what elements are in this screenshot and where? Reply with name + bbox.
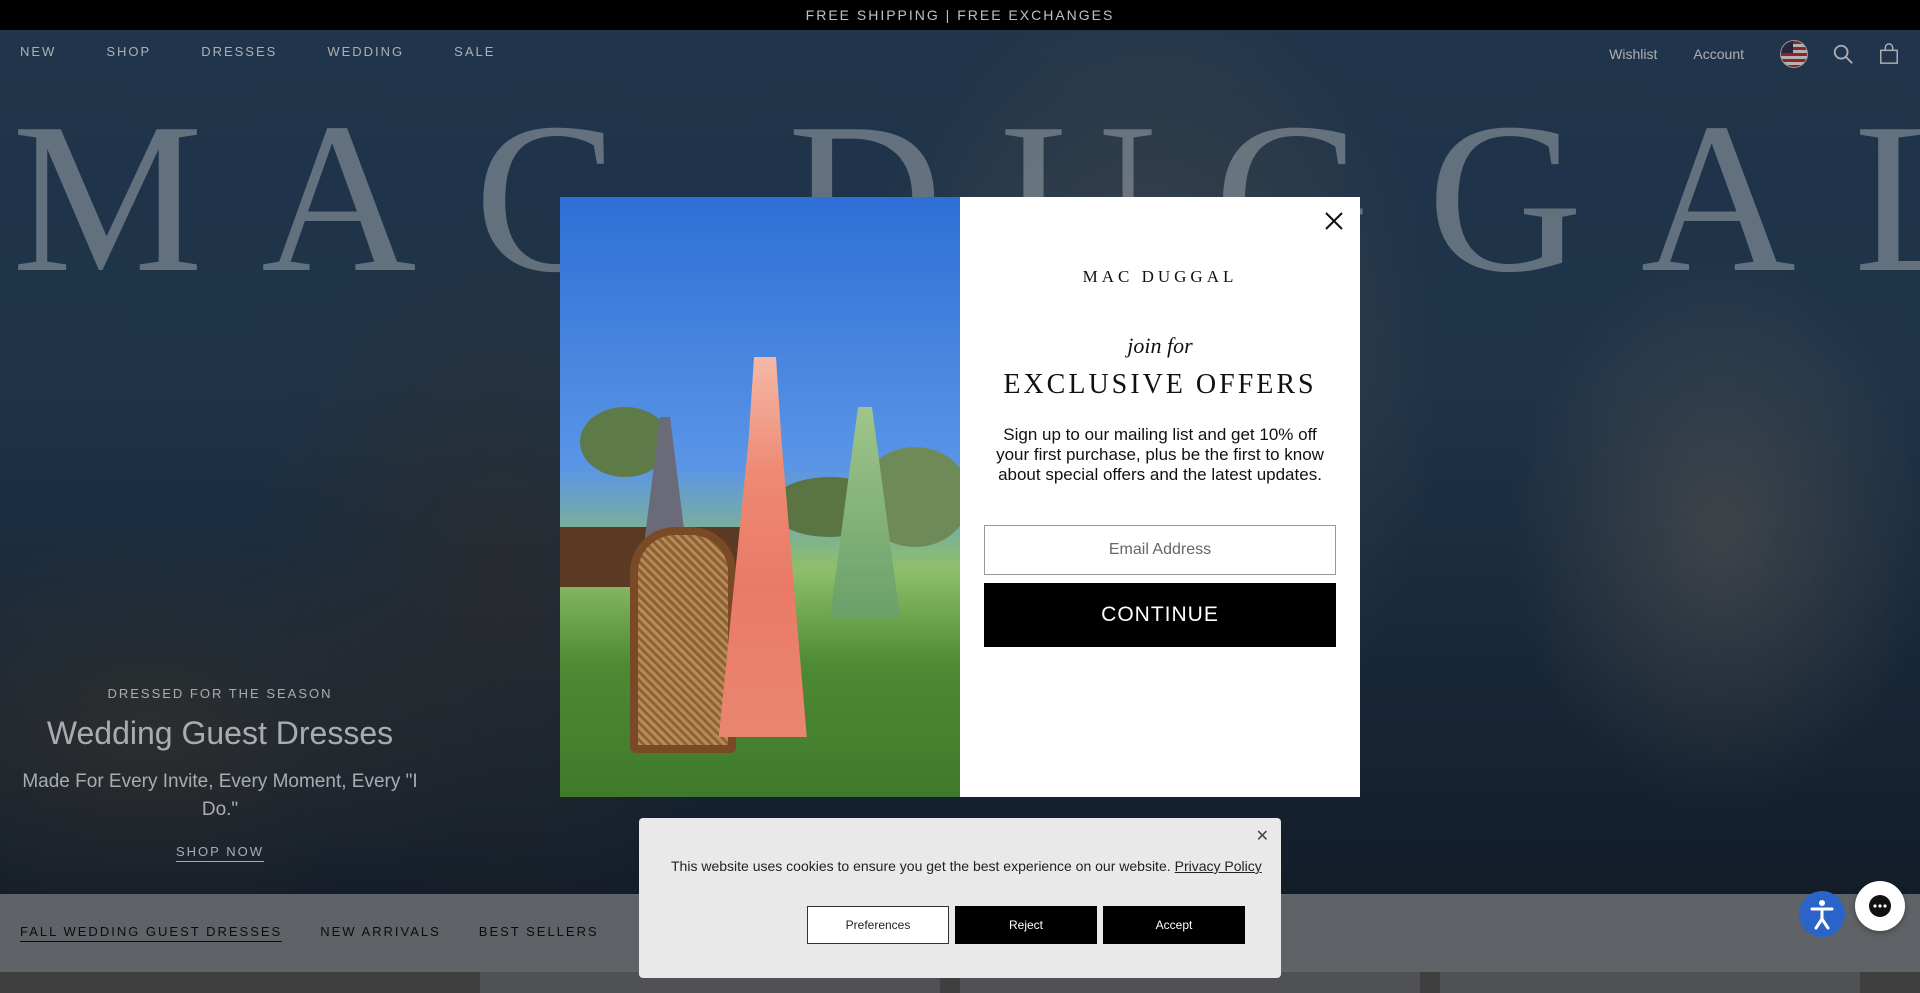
modal-content: MAC DUGGAL join for EXCLUSIVE OFFERS Sig… bbox=[960, 197, 1360, 797]
email-field[interactable] bbox=[984, 525, 1336, 575]
preferences-button[interactable]: Preferences bbox=[807, 906, 949, 944]
close-icon[interactable] bbox=[1322, 209, 1346, 233]
chat-bubble-icon bbox=[1869, 895, 1891, 917]
cookie-banner: ✕ This website uses cookies to ensure yo… bbox=[639, 818, 1281, 978]
cookie-close-icon[interactable]: ✕ bbox=[1256, 826, 1269, 846]
modal-description: Sign up to our mailing list and get 10% … bbox=[996, 425, 1324, 484]
accessibility-figure-icon bbox=[1810, 900, 1834, 930]
cookie-actions: Preferences Reject Accept bbox=[807, 906, 1245, 944]
modal-lifestyle-image bbox=[560, 197, 960, 797]
newsletter-modal: MAC DUGGAL join for EXCLUSIVE OFFERS Sig… bbox=[560, 197, 1360, 797]
chair-shape bbox=[630, 527, 736, 753]
cookie-text: This website uses cookies to ensure you … bbox=[671, 858, 1171, 874]
modal-logo: MAC DUGGAL bbox=[1082, 267, 1238, 286]
modal-join-text: join for bbox=[1127, 333, 1193, 358]
modal-headline: EXCLUSIVE OFFERS bbox=[1003, 369, 1317, 400]
continue-button[interactable]: CONTINUE bbox=[984, 583, 1336, 647]
privacy-policy-link[interactable]: Privacy Policy bbox=[1175, 858, 1262, 874]
chat-icon[interactable] bbox=[1855, 881, 1905, 931]
reject-button[interactable]: Reject bbox=[955, 906, 1097, 944]
accessibility-icon[interactable] bbox=[1799, 891, 1845, 937]
accept-button[interactable]: Accept bbox=[1103, 906, 1245, 944]
cookie-message: This website uses cookies to ensure you … bbox=[671, 858, 1262, 874]
